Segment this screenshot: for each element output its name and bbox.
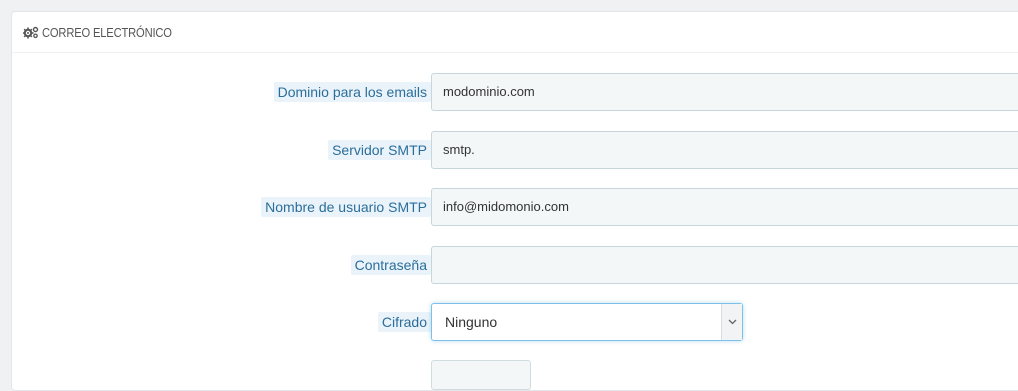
smtp-server-input[interactable]: smtp. bbox=[431, 131, 1018, 169]
password-label: Contraseña bbox=[350, 255, 431, 275]
smtp-user-input[interactable]: info@midomonio.com bbox=[431, 188, 1018, 226]
chevron-down-icon[interactable] bbox=[721, 304, 742, 340]
encryption-select[interactable]: Ninguno bbox=[431, 303, 743, 341]
form-row-smtp-server: Servidor SMTP smtp. bbox=[12, 131, 1018, 169]
form-row-password: Contraseña bbox=[12, 246, 1018, 284]
encryption-selected-value: Ninguno bbox=[445, 314, 498, 330]
cogs-icon bbox=[23, 25, 39, 39]
partial-control-below[interactable] bbox=[431, 360, 531, 390]
smtp-user-label: Nombre de usuario SMTP bbox=[261, 197, 431, 217]
smtp-server-label: Servidor SMTP bbox=[328, 140, 431, 160]
domain-input[interactable]: modominio.com bbox=[431, 73, 1018, 111]
section-title: CORREO ELECTRÓNICO bbox=[42, 24, 172, 40]
form-row-smtp-user: Nombre de usuario SMTP info@midomonio.co… bbox=[12, 188, 1018, 226]
domain-label: Dominio para los emails bbox=[273, 82, 431, 102]
password-input[interactable] bbox=[431, 246, 1018, 284]
form-row-domain: Dominio para los emails modominio.com bbox=[12, 73, 1018, 111]
form-row-encryption: Cifrado Ninguno bbox=[12, 303, 1018, 341]
panel-header: CORREO ELECTRÓNICO bbox=[12, 12, 1018, 53]
encryption-label: Cifrado bbox=[377, 312, 431, 332]
email-settings-panel: CORREO ELECTRÓNICO Dominio para los emai… bbox=[11, 11, 1018, 391]
